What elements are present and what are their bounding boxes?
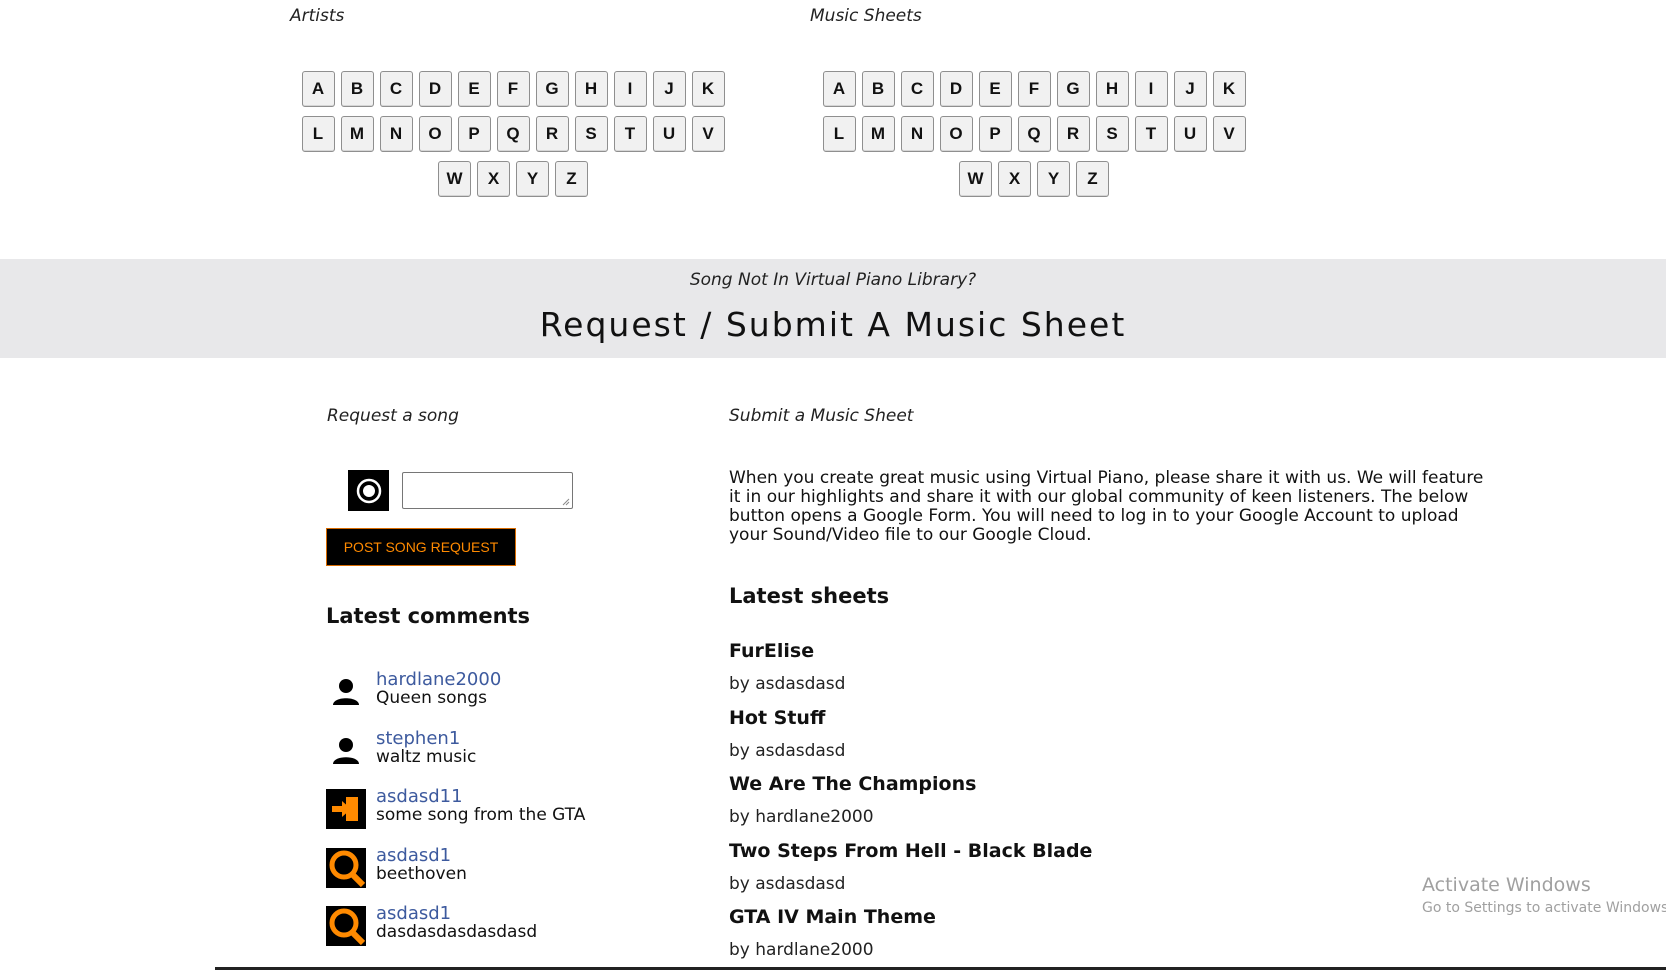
activate-windows-title: Activate Windows <box>1422 874 1591 896</box>
music-sheets-letter-v[interactable]: V <box>1212 116 1246 152</box>
artists-letter-y[interactable]: Y <box>516 161 549 197</box>
banner-subtitle: Song Not In Virtual Piano Library? <box>689 270 977 290</box>
sheet-author: by asdasdasd <box>729 741 846 761</box>
artists-letter-u[interactable]: U <box>652 116 686 152</box>
artists-letter-e[interactable]: E <box>457 71 491 107</box>
music-sheets-letter-m[interactable]: M <box>861 116 895 152</box>
submit-description: When you create great music using Virtua… <box>729 468 1484 545</box>
comment-username[interactable]: asdasd11 <box>376 786 463 807</box>
artists-letter-j[interactable]: J <box>652 71 686 107</box>
music-sheets-letter-r[interactable]: R <box>1056 116 1090 152</box>
artists-letter-f[interactable]: F <box>496 71 530 107</box>
comment-text: beethoven <box>376 864 467 884</box>
artists-letter-g[interactable]: G <box>535 71 569 107</box>
music-sheets-letter-w[interactable]: W <box>959 161 992 197</box>
music-sheets-letter-k[interactable]: K <box>1212 71 1246 107</box>
music-sheets-letter-b[interactable]: B <box>861 71 895 107</box>
music-sheets-letter-l[interactable]: L <box>822 116 856 152</box>
artists-letter-a[interactable]: A <box>301 71 335 107</box>
sheet-title-link[interactable]: FurElise <box>729 640 814 662</box>
artists-letter-n[interactable]: N <box>379 116 413 152</box>
artists-letter-h[interactable]: H <box>574 71 608 107</box>
artists-letter-q[interactable]: Q <box>496 116 530 152</box>
music-sheets-letter-y[interactable]: Y <box>1037 161 1070 197</box>
request-banner: Song Not In Virtual Piano Library? Reque… <box>0 259 1666 358</box>
artists-letter-t[interactable]: T <box>613 116 647 152</box>
person-icon <box>326 672 366 712</box>
radio-selected-icon <box>356 478 381 503</box>
artists-letter-m[interactable]: M <box>340 116 374 152</box>
sheet-title-link[interactable]: GTA IV Main Theme <box>729 906 936 928</box>
sheet-title-link[interactable]: We Are The Champions <box>729 773 976 795</box>
music-sheets-letter-j[interactable]: J <box>1173 71 1207 107</box>
artists-letter-z[interactable]: Z <box>555 161 588 197</box>
artists-letter-v[interactable]: V <box>691 116 725 152</box>
radio-button[interactable] <box>348 470 389 511</box>
music-sheets-letter-d[interactable]: D <box>939 71 973 107</box>
music-sheets-letter-z[interactable]: Z <box>1076 161 1109 197</box>
sheet-title-link[interactable]: Hot Stuff <box>729 707 825 729</box>
comment-username[interactable]: asdasd1 <box>376 845 451 866</box>
music-sheets-letter-e[interactable]: E <box>978 71 1012 107</box>
comment-username[interactable]: stephen1 <box>376 728 460 749</box>
artists-letter-k[interactable]: K <box>691 71 725 107</box>
artists-letter-w[interactable]: W <box>438 161 471 197</box>
music-sheets-letter-x[interactable]: X <box>998 161 1031 197</box>
music-sheets-letter-s[interactable]: S <box>1095 116 1129 152</box>
banner-title: Request / Submit A Music Sheet <box>539 305 1127 344</box>
music-sheets-letter-p[interactable]: P <box>978 116 1012 152</box>
music-sheets-letter-c[interactable]: C <box>900 71 934 107</box>
comment-text: Queen songs <box>376 688 487 708</box>
music-sheets-letter-t[interactable]: T <box>1134 116 1168 152</box>
comment-text: dasdasdasdasdasd <box>376 922 538 942</box>
sheet-author: by hardlane2000 <box>729 807 874 827</box>
music-sheets-letter-o[interactable]: O <box>939 116 973 152</box>
activate-windows-subtitle: Go to Settings to activate Windows. <box>1422 900 1666 916</box>
latest-sheets-heading: Latest sheets <box>729 584 890 608</box>
song-request-input[interactable] <box>402 472 573 509</box>
music-sheets-letter-q[interactable]: Q <box>1017 116 1051 152</box>
comment-text: some song from the GTA <box>376 805 586 825</box>
music-sheets-letter-grid: ABCDEFGHIJK LMNOPQRSTUV WXYZ <box>811 71 1257 197</box>
artists-letter-b[interactable]: B <box>340 71 374 107</box>
submit-music-sheet-heading: Submit a Music Sheet <box>729 406 914 426</box>
artists-letter-o[interactable]: O <box>418 116 452 152</box>
comment-username[interactable]: hardlane2000 <box>376 669 501 690</box>
latest-comments-heading: Latest comments <box>326 604 531 628</box>
sheet-author: by hardlane2000 <box>729 940 874 960</box>
music-sheets-letter-a[interactable]: A <box>822 71 856 107</box>
music-sheets-letter-i[interactable]: I <box>1134 71 1168 107</box>
music-sheets-letter-u[interactable]: U <box>1173 116 1207 152</box>
artists-letter-l[interactable]: L <box>301 116 335 152</box>
artists-label: Artists <box>290 6 345 26</box>
comment-username[interactable]: asdasd1 <box>376 903 451 924</box>
artists-letter-p[interactable]: P <box>457 116 491 152</box>
artists-letter-s[interactable]: S <box>574 116 608 152</box>
music-sheets-letter-h[interactable]: H <box>1095 71 1129 107</box>
magnifier-icon <box>326 906 366 946</box>
person-icon <box>326 731 366 771</box>
sheet-author: by asdasdasd <box>729 674 846 694</box>
music-sheets-letter-g[interactable]: G <box>1056 71 1090 107</box>
artists-letter-x[interactable]: X <box>477 161 510 197</box>
magnifier-icon <box>326 848 366 888</box>
music-sheets-label: Music Sheets <box>810 6 922 26</box>
artists-letter-i[interactable]: I <box>613 71 647 107</box>
artists-letter-c[interactable]: C <box>379 71 413 107</box>
music-sheets-letter-f[interactable]: F <box>1017 71 1051 107</box>
music-sheets-letter-n[interactable]: N <box>900 116 934 152</box>
sheet-author: by asdasdasd <box>729 874 846 894</box>
artists-letter-d[interactable]: D <box>418 71 452 107</box>
login-icon <box>326 789 366 829</box>
artists-letter-r[interactable]: R <box>535 116 569 152</box>
sheet-title-link[interactable]: Two Steps From Hell - Black Blade <box>729 840 1092 862</box>
request-song-heading: Request a song <box>327 406 459 426</box>
post-song-request-button[interactable]: POST SONG REQUEST <box>326 528 516 566</box>
artists-letter-grid: ABCDEFGHIJK LMNOPQRSTUV WXYZ <box>290 71 736 197</box>
resize-handle-icon <box>562 498 570 506</box>
comment-text: waltz music <box>376 747 477 767</box>
